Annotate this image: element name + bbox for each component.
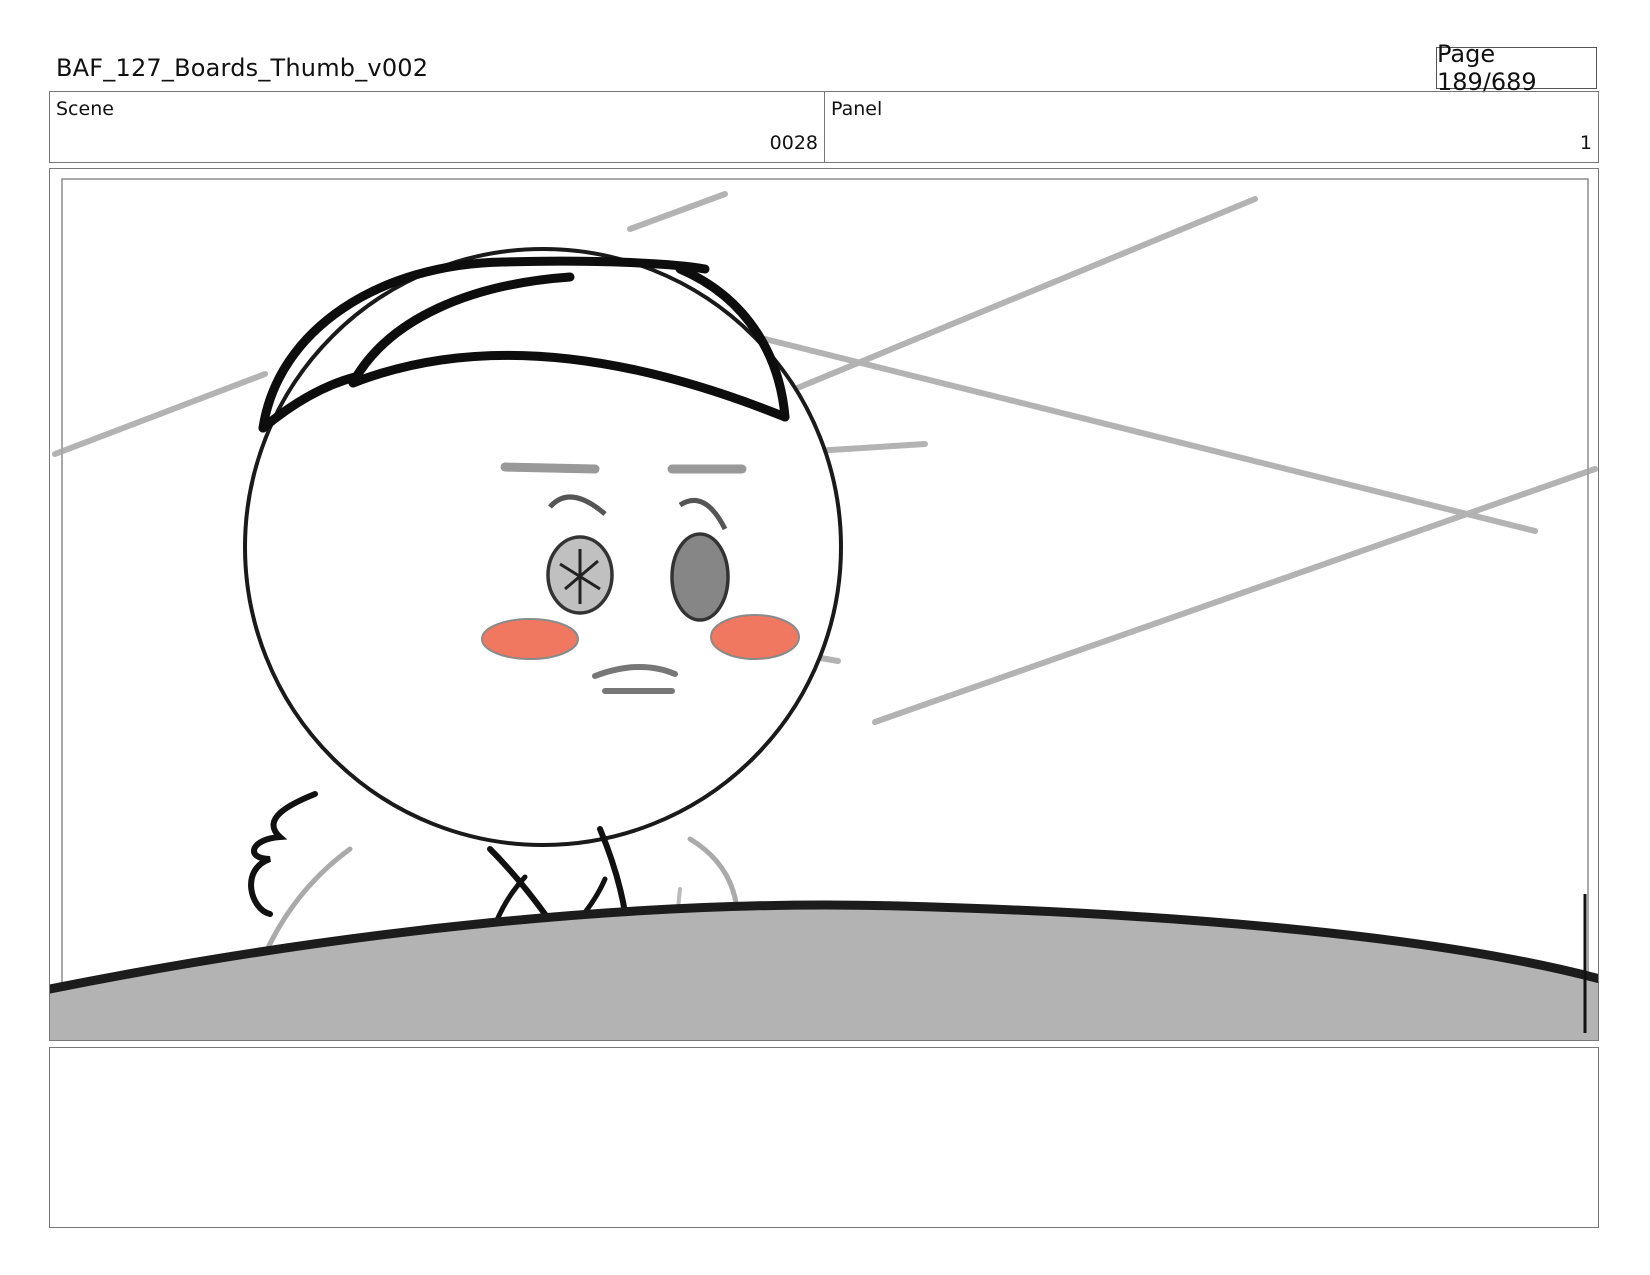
storyboard-panel-frame bbox=[49, 168, 1599, 1041]
panel-number: 1 bbox=[1579, 132, 1592, 154]
scene-panel-info-row: Scene 0028 Panel 1 bbox=[49, 91, 1599, 163]
character-wing bbox=[248, 791, 318, 917]
panel-cell: Panel 1 bbox=[824, 92, 1598, 162]
character-head bbox=[243, 247, 843, 847]
left-cheek bbox=[481, 618, 579, 660]
scene-label: Scene bbox=[56, 98, 114, 120]
panel-label: Panel bbox=[831, 98, 883, 120]
scene-number: 0028 bbox=[769, 132, 818, 154]
document-title: BAF_127_Boards_Thumb_v002 bbox=[56, 54, 429, 82]
page-number: Page 189/689 bbox=[1437, 40, 1537, 96]
storyboard-sketch bbox=[50, 178, 1598, 1040]
panel-notes-box bbox=[49, 1047, 1599, 1228]
right-cheek bbox=[710, 614, 800, 660]
scene-cell: Scene 0028 bbox=[50, 92, 824, 162]
page-number-box: Page 189/689 bbox=[1436, 40, 1597, 96]
